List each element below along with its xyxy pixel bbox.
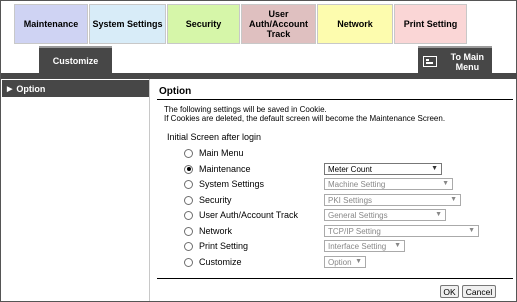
title-divider [157,99,513,100]
tab-customize-label: Customize [52,55,99,66]
tab-user-auth[interactable]: User Auth/Account Track [241,4,316,44]
select-network[interactable]: TCP/IP Setting ▼ [324,225,479,237]
tab-user-auth-line2: Auth/Account [249,19,308,29]
option-label-maintenance: Maintenance [199,164,251,174]
select-maintenance[interactable]: Meter Count ▼ [324,163,442,175]
select-system-settings[interactable]: Machine Setting ▼ [324,178,453,190]
cookie-note-2: If Cookies are deleted, the default scre… [164,114,446,123]
tab-print-setting[interactable]: Print Setting [394,4,467,44]
option-row-customize[interactable]: Customize [184,255,242,269]
option-label-main-menu: Main Menu [199,148,244,158]
option-label-network: Network [199,226,233,236]
tab-system-settings-label: System Settings [92,19,163,29]
select-print-setting-value: Interface Setting [328,241,387,251]
tab-security[interactable]: Security [167,4,240,44]
tab-print-setting-label: Print Setting [403,19,458,29]
option-label-system-settings: System Settings [199,179,265,189]
radio-main-menu[interactable] [184,148,193,158]
cancel-button-label: Cancel [465,286,493,297]
to-main-menu-line1: To Main [450,51,484,62]
radio-user-auth[interactable] [184,210,193,220]
radio-maintenance[interactable] [184,164,193,174]
select-maintenance-value: Meter Count [328,164,373,174]
to-main-menu-line2: Menu [455,61,480,72]
select-user-auth[interactable]: General Settings ▼ [324,209,446,221]
option-row-user-auth[interactable]: User Auth/Account Track [184,208,298,222]
option-row-print-setting[interactable]: Print Setting [184,239,248,253]
select-customize-value: Option [328,257,352,267]
main-menu-icon [423,56,437,67]
radio-system-settings[interactable] [184,179,193,189]
radio-security[interactable] [184,195,193,205]
nav-item-option-label: Option [16,83,46,94]
cancel-button[interactable]: Cancel [462,285,496,298]
left-navigation: ▶ Option [1,79,150,301]
chevron-down-icon: ▼ [450,196,457,203]
option-row-system-settings[interactable]: System Settings [184,177,264,191]
tab-user-auth-line3: Track [266,29,291,39]
to-main-menu-label: To Main Menu [451,52,484,72]
tab-network-label: Network [337,19,373,29]
chevron-down-icon: ▼ [431,165,438,172]
select-user-auth-value: General Settings [328,210,388,220]
triangle-right-icon: ▶ [7,85,13,93]
option-row-main-menu[interactable]: Main Menu [184,146,244,160]
select-customize[interactable]: Option ▼ [324,256,366,268]
option-label-customize: Customize [199,257,242,267]
tab-user-auth-label: User Auth/Account Track [249,9,308,39]
tab-user-auth-line1: User [268,9,289,19]
chevron-down-icon: ▼ [442,180,449,187]
select-security-value: PKI Settings [328,195,373,205]
window-frame: Maintenance System Settings Security Use… [0,0,517,302]
tab-network[interactable]: Network [317,4,393,44]
tab-maintenance-label: Maintenance [23,19,79,29]
radio-network[interactable] [184,226,193,236]
option-row-maintenance[interactable]: Maintenance [184,162,251,176]
ok-button-label: OK [443,286,456,297]
tab-security-label: Security [185,19,222,29]
chevron-down-icon: ▼ [435,211,442,218]
tab-maintenance[interactable]: Maintenance [14,4,88,44]
option-label-security: Security [199,195,232,205]
option-row-security[interactable]: Security [184,193,232,207]
select-print-setting[interactable]: Interface Setting ▼ [324,240,405,252]
page-title: Option [159,86,192,97]
initial-screen-label: Initial Screen after login [167,132,262,142]
tab-customize[interactable]: Customize [39,46,112,73]
chevron-down-icon: ▼ [394,242,401,249]
nav-item-option[interactable]: ▶ Option [2,80,149,97]
select-network-value: TCP/IP Setting [328,226,381,236]
radio-print-setting[interactable] [184,241,193,251]
tab-system-settings[interactable]: System Settings [89,4,166,44]
bottom-divider [157,278,513,279]
chevron-down-icon: ▼ [468,227,475,234]
ok-button[interactable]: OK [440,285,459,298]
option-label-user-auth: User Auth/Account Track [199,210,299,220]
option-label-print-setting: Print Setting [199,241,249,251]
select-security[interactable]: PKI Settings ▼ [324,194,461,206]
cookie-note-1: The following settings will be saved in … [164,105,327,114]
option-row-network[interactable]: Network [184,224,232,238]
radio-customize[interactable] [184,257,193,267]
select-system-settings-value: Machine Setting [328,179,386,189]
chevron-down-icon: ▼ [355,258,362,265]
to-main-menu-button[interactable]: To Main Menu [418,46,492,75]
